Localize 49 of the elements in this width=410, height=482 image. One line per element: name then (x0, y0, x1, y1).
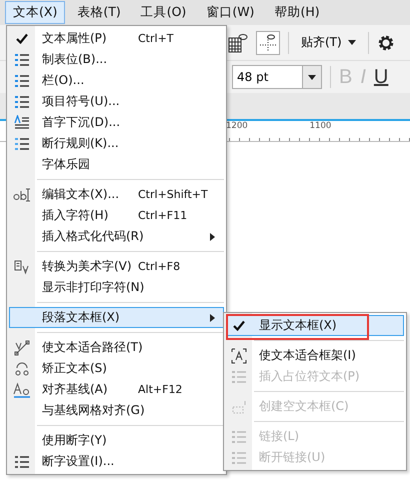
menu-bar-item[interactable]: 文本(X) (5, 1, 66, 24)
menu-bar-item[interactable]: 帮助(H) (266, 1, 328, 24)
menu-item[interactable]: 编辑文本(X)... Ctrl+Shift+T (9, 184, 224, 205)
text-cursor-icon (13, 188, 31, 202)
menu-item[interactable]: 插入字符(H) Ctrl+F11 (9, 205, 224, 226)
ruler-label: 1100 (310, 121, 332, 133)
menu-item[interactable]: 字体乐园 (9, 154, 224, 175)
menu-item[interactable]: 制表位(B)... (9, 49, 224, 70)
drop-cap-icon (14, 114, 30, 130)
menu-item[interactable]: 与基线网格对齐(G) (9, 400, 224, 421)
menu-item[interactable]: 首字下沉(D)... (9, 112, 224, 133)
ruler-label: 1200 (226, 121, 248, 133)
menu-item[interactable]: 使文本适合框架(I) (226, 345, 404, 366)
menu-item[interactable]: 对齐基线(A) Alt+F12 (9, 379, 224, 400)
underline-button[interactable]: U (374, 66, 388, 88)
shortcut-label: Ctrl+F11 (138, 209, 188, 222)
menu-item[interactable]: 矫正文本(S) (9, 358, 224, 379)
menu-item[interactable]: 显示文本框(X) (226, 315, 404, 336)
menu-item[interactable]: 转换为美术字(V) Ctrl+F8 (9, 256, 224, 277)
text-path-icon (14, 340, 30, 356)
straighten-text-icon (14, 360, 30, 376)
menu-item[interactable]: 段落文本框(X) (9, 307, 224, 328)
shortcut-label: Ctrl+T (138, 32, 174, 45)
menu-item[interactable]: 使用断字(Y) (9, 430, 224, 451)
menu-bar-item[interactable]: 窗口(W) (198, 1, 262, 24)
empty-frame-icon (231, 398, 247, 414)
menu-item[interactable]: 栏(O)... (9, 70, 224, 91)
grid-icon[interactable] (228, 32, 248, 52)
dropdown-arrow-icon[interactable] (348, 40, 356, 45)
menu-bar-item[interactable]: 工具(O) (132, 1, 194, 24)
bullet-list-icon (14, 94, 30, 110)
menu-bar-item[interactable]: 表格(T) (69, 1, 129, 24)
menu-item[interactable]: 显示非打印字符(N) (9, 277, 224, 298)
shortcut-label: Alt+F12 (138, 383, 182, 396)
baseline-icon (13, 382, 31, 398)
dropdown-arrow-icon[interactable] (308, 74, 316, 80)
guidelines-icon[interactable] (256, 30, 280, 54)
shortcut-label: Ctrl+Shift+T (138, 188, 208, 201)
menu-item[interactable]: 断行规则(K)... (9, 133, 224, 154)
font-size-field[interactable]: 48 pt (232, 65, 322, 89)
menu-item[interactable]: 插入格式化代码(R) (9, 226, 224, 247)
shortcut-label: Ctrl+F8 (138, 260, 180, 273)
settings-icon[interactable] (376, 34, 395, 52)
convert-text-icon (14, 258, 30, 274)
snap-dropdown[interactable]: 贴齐(T) (297, 32, 360, 53)
menu-item[interactable]: 使文本适合路径(T) (9, 337, 224, 358)
menu-item[interactable]: 文本属性(P) Ctrl+T (9, 28, 224, 49)
menu-item[interactable]: 断字设置(I)... (9, 451, 224, 472)
fit-frame-icon (231, 348, 247, 364)
